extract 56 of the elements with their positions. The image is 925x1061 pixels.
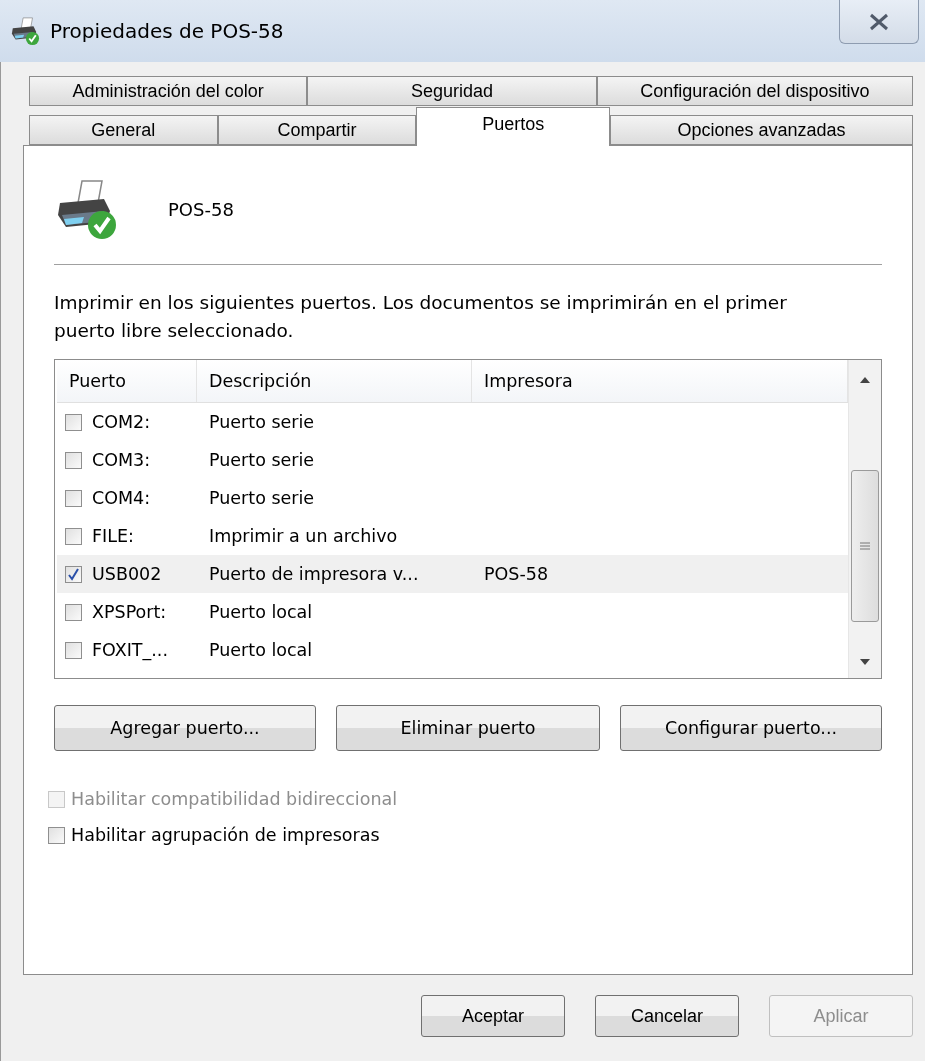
port-row[interactable]: XPSPort: Puerto local [57, 593, 848, 631]
table-cell-text: Puerto serie [208, 488, 316, 508]
table-cell-text: Puerto local [208, 602, 314, 622]
port-row[interactable]: FOXIT_... Puerto local [57, 631, 848, 669]
checkbox[interactable] [65, 565, 82, 583]
checkbox[interactable] [65, 413, 82, 431]
dialog-button[interactable]: Cancelar [595, 995, 739, 1037]
printer-name: POS-58 [168, 198, 234, 220]
grip-icon [860, 542, 870, 550]
port-name: XPSPort: [92, 602, 167, 622]
scroll-down-icon[interactable] [859, 658, 871, 666]
column-header[interactable]: Descripción [197, 360, 472, 402]
tab[interactable]: Seguridad [307, 76, 597, 106]
port-name: COM2: [92, 412, 151, 432]
scroll-up-icon[interactable] [859, 376, 871, 384]
checkbox[interactable] [65, 527, 82, 545]
column-header[interactable]: Puerto [57, 360, 197, 402]
checkbox[interactable] [65, 603, 82, 621]
port-name: COM3: [92, 450, 151, 470]
table-cell-text: Puerto local [208, 640, 314, 660]
port-button[interactable]: Configurar puerto... [620, 705, 882, 751]
table-cell-text: Puerto serie [208, 412, 316, 432]
port-button[interactable]: Agregar puerto... [54, 705, 316, 751]
tab[interactable]: General [29, 115, 218, 145]
close-button[interactable] [839, 0, 919, 44]
port-name: COM4: [92, 488, 151, 508]
tab[interactable]: Administración del color [29, 76, 308, 106]
checkmark-icon [67, 567, 80, 581]
tab[interactable]: Opciones avanzadas [610, 115, 913, 145]
printer-icon [10, 16, 40, 46]
tab[interactable]: Compartir [217, 115, 417, 145]
port-row[interactable]: COM4: Puerto serie [57, 479, 848, 517]
table-cell-text: Puerto serie [208, 450, 316, 470]
port-row[interactable]: COM3: Puerto serie [57, 441, 848, 479]
tab[interactable]: Configuración del dispositivo [596, 76, 913, 106]
checkbox[interactable] [65, 451, 82, 469]
checkbox[interactable] [65, 489, 82, 507]
port-row[interactable]: FILE: Imprimir a un archivo [57, 517, 848, 555]
port-name: FILE: [92, 526, 134, 546]
port-button[interactable]: Eliminar puerto [336, 705, 600, 751]
port-name: FOXIT_... [92, 640, 168, 660]
option-checkbox[interactable]: Habilitar agrupación de impresoras [48, 825, 882, 845]
scrollbar[interactable] [848, 360, 881, 678]
instructions-text: Imprimir en los siguientes puertos. Los documentos se imprimirán en el primer puerto libre seleccionado. [54, 291, 788, 343]
scroll-thumb[interactable] [851, 470, 879, 622]
tab[interactable]: Puertos [416, 107, 611, 146]
table-cell-text: POS-58 [483, 564, 550, 584]
window-title: Propiedades de POS-58 [50, 19, 284, 43]
port-name: USB002 [92, 564, 162, 584]
port-row[interactable]: COM2: Puerto serie [57, 403, 848, 441]
table-cell-text: Imprimir a un archivo [208, 526, 399, 546]
dialog-button[interactable]: Aceptar [421, 995, 565, 1037]
close-icon [868, 12, 890, 31]
checkbox[interactable] [65, 641, 82, 659]
port-row[interactable]: USB002 Puerto de impresora v... POS-58 [57, 555, 848, 593]
table-cell-text: Puerto de impresora v... [208, 564, 420, 584]
